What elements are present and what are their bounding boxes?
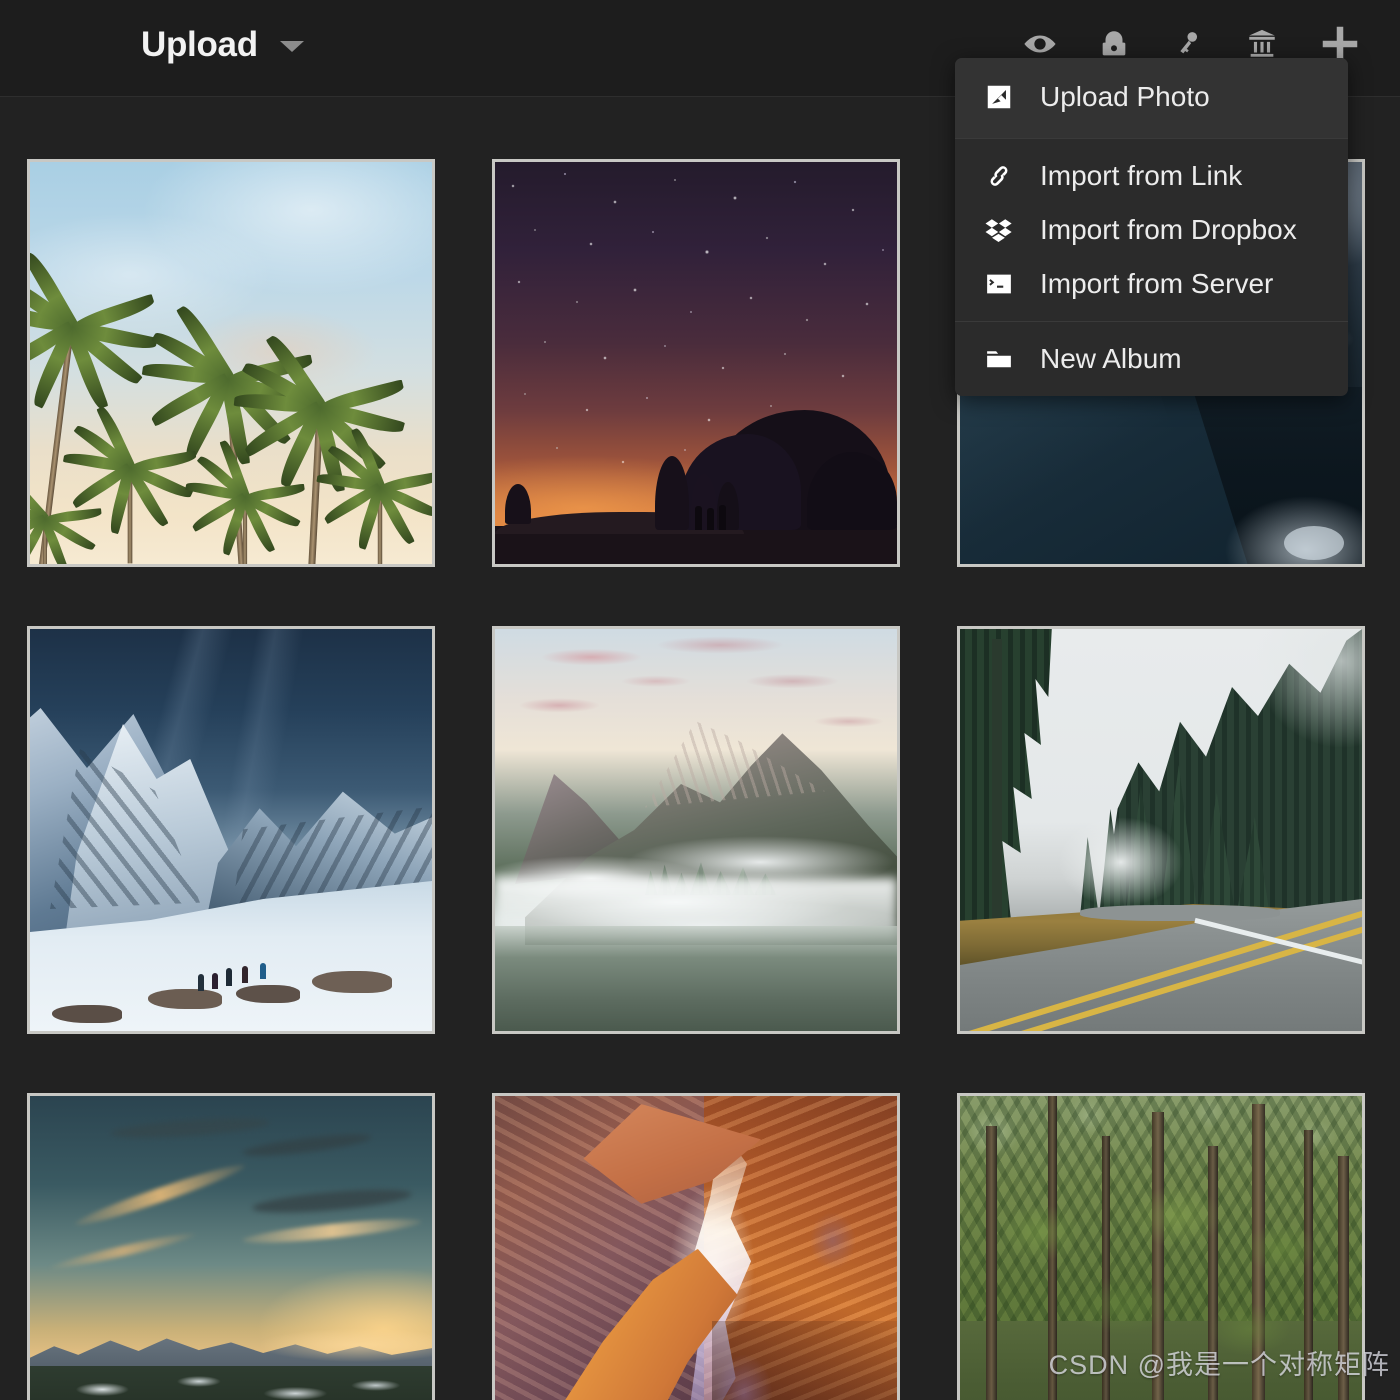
menu-item-upload-photo[interactable]: Upload Photo bbox=[955, 70, 1348, 124]
photo-thumbnail[interactable] bbox=[957, 626, 1365, 1034]
photo-thumbnail[interactable] bbox=[492, 626, 900, 1034]
menu-group-import: Import from Link Import from Dropbox Imp… bbox=[955, 138, 1348, 321]
menu-item-import-from-server[interactable]: Import from Server bbox=[955, 257, 1348, 311]
app-root: Upload Upload Photo Import from Link Imp… bbox=[0, 0, 1400, 1400]
photo-image-green-forest bbox=[960, 1096, 1362, 1400]
image-upload-icon bbox=[982, 80, 1016, 114]
photo-thumbnail[interactable] bbox=[957, 1093, 1365, 1400]
dropbox-icon bbox=[982, 213, 1016, 247]
menu-group-album: New Album bbox=[955, 321, 1348, 396]
photo-thumbnail[interactable] bbox=[27, 159, 435, 567]
menu-item-label: Import from Dropbox bbox=[1040, 214, 1297, 245]
menu-item-import-from-dropbox[interactable]: Import from Dropbox bbox=[955, 203, 1348, 257]
upload-dropdown-menu[interactable]: Upload Photo Import from Link Import fro… bbox=[955, 58, 1348, 396]
photo-image-sunset-hills bbox=[30, 1096, 432, 1400]
menu-item-label: Import from Link bbox=[1040, 160, 1243, 191]
photo-image-snow-mountains bbox=[30, 629, 432, 1031]
menu-item-import-from-link[interactable]: Import from Link bbox=[955, 149, 1348, 203]
menu-item-label: Upload Photo bbox=[1040, 81, 1210, 112]
menu-item-label: Import from Server bbox=[1040, 268, 1274, 299]
folder-icon bbox=[982, 342, 1016, 376]
menu-group-upload: Upload Photo bbox=[955, 58, 1348, 138]
photo-thumbnail[interactable] bbox=[27, 626, 435, 1034]
photo-thumbnail[interactable] bbox=[492, 159, 900, 567]
photo-image-foggy-forest-road bbox=[960, 629, 1362, 1031]
photo-image-starry-night bbox=[495, 162, 897, 564]
terminal-icon bbox=[982, 267, 1016, 301]
menu-item-label: New Album bbox=[1040, 343, 1182, 374]
chevron-down-icon[interactable] bbox=[279, 40, 304, 52]
photo-image-misty-lake bbox=[495, 629, 897, 1031]
photo-image-palms bbox=[30, 162, 432, 564]
photo-thumbnail[interactable] bbox=[492, 1093, 900, 1400]
photo-thumbnail[interactable] bbox=[27, 1093, 435, 1400]
link-icon bbox=[982, 159, 1016, 193]
page-title: Upload bbox=[141, 24, 258, 64]
upload-title-dropdown[interactable]: Upload bbox=[141, 27, 304, 62]
photo-image-slot-canyon bbox=[495, 1096, 897, 1400]
menu-item-new-album[interactable]: New Album bbox=[955, 332, 1348, 386]
